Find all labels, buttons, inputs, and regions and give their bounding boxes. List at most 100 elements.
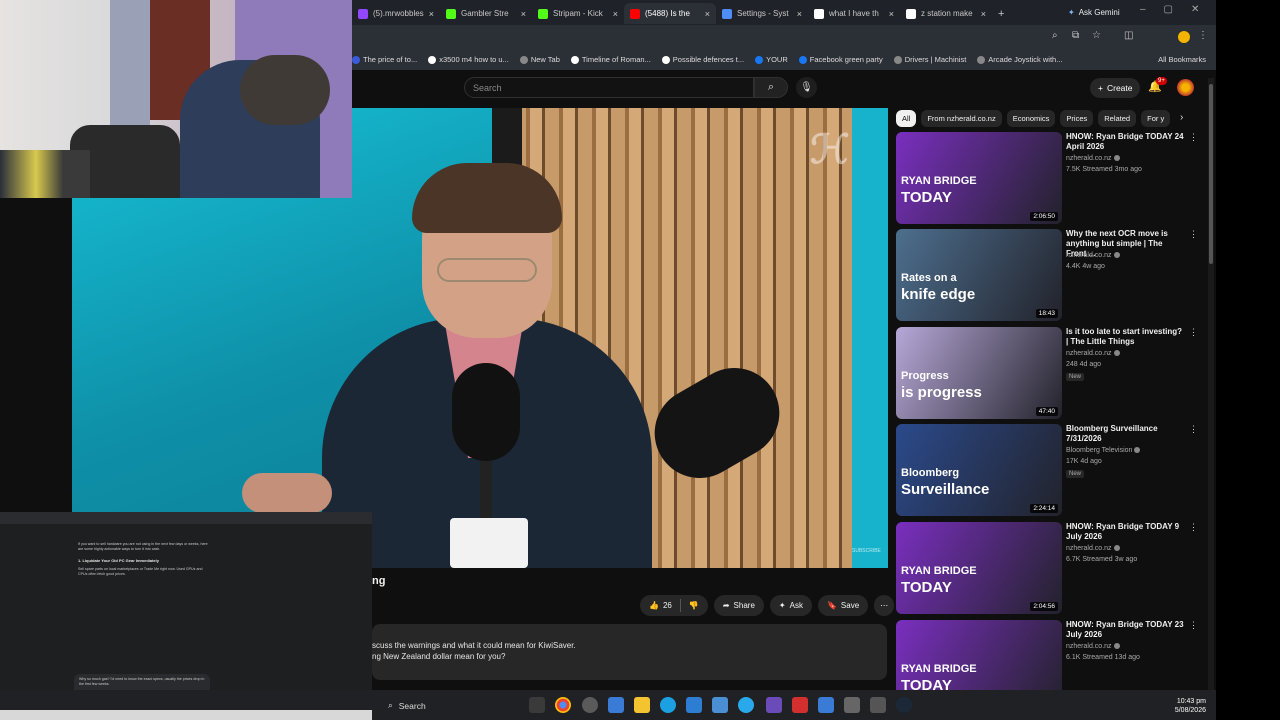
- recommendation-title[interactable]: HNOW: Ryan Bridge TODAY 24 April 2026: [1066, 132, 1184, 152]
- ask-gemini-button[interactable]: ✦ Ask Gemini: [1060, 4, 1128, 21]
- recommendation-item[interactable]: RYAN BRIDGE TODAY 2:06:50 HNOW: Ryan Bridge…: [896, 132, 1208, 224]
- close-icon[interactable]: ×: [797, 9, 802, 19]
- filter-chip[interactable]: From nzherald.co.nz: [921, 109, 1002, 127]
- bookmark-item[interactable]: Timeline of Roman...: [570, 55, 651, 64]
- close-icon[interactable]: ×: [889, 9, 894, 19]
- browser-tab[interactable]: (5488) Is the ×: [624, 3, 716, 24]
- bookmark-star-icon[interactable]: ☆: [1092, 30, 1101, 41]
- recommendation-channel[interactable]: nzherald.co.nz: [1066, 252, 1120, 259]
- video-thumbnail[interactable]: Bloomberg Surveillance 2:24:14: [896, 424, 1062, 516]
- app-icon-1[interactable]: [582, 697, 598, 713]
- more-vertical-icon[interactable]: ⋮: [1189, 132, 1198, 143]
- bookmark-item[interactable]: New Tab: [519, 55, 560, 64]
- browser-tab[interactable]: Gambler Stre ×: [440, 3, 532, 24]
- task-view-icon[interactable]: [529, 697, 545, 713]
- search-button[interactable]: ⌕: [754, 77, 788, 98]
- create-button[interactable]: + Create: [1090, 78, 1141, 98]
- bookmark-item[interactable]: Possible defences t...: [661, 55, 744, 64]
- app-icon-4[interactable]: [712, 697, 728, 713]
- recommendation-item[interactable]: Rates on a knife edge 18:43 Why the next OC…: [896, 229, 1208, 321]
- new-tab-button[interactable]: +: [992, 3, 1010, 24]
- zoom-icon[interactable]: ⌕: [1052, 30, 1058, 41]
- video-thumbnail[interactable]: RYAN BRIDGE TODAY 2:06:50: [896, 132, 1062, 224]
- browser-tab[interactable]: Settings - Syst ×: [716, 3, 808, 24]
- browser-tab[interactable]: Stripam - Kick ×: [532, 3, 624, 24]
- filter-chip[interactable]: Prices: [1060, 109, 1094, 127]
- gamepad-icon[interactable]: [870, 697, 886, 713]
- app-icon-7[interactable]: [818, 697, 834, 713]
- extensions-icon[interactable]: ◫: [1124, 30, 1133, 41]
- filter-chip[interactable]: All: [896, 109, 917, 127]
- bookmark-item[interactable]: Facebook green party: [798, 55, 883, 64]
- recommendation-item[interactable]: RYAN BRIDGE TODAY 2:04:56 HNOW: Ryan Bridge…: [896, 522, 1208, 614]
- bookmark-item[interactable]: YOUR: [755, 55, 788, 64]
- more-vertical-icon[interactable]: ⋮: [1189, 327, 1198, 338]
- install-icon[interactable]: ⧉: [1072, 30, 1079, 41]
- telegram-icon[interactable]: [738, 697, 754, 713]
- search-input[interactable]: Search: [464, 77, 754, 98]
- more-actions-button[interactable]: ⋯: [874, 595, 895, 616]
- menu-icon[interactable]: ⋮: [1198, 30, 1208, 41]
- close-icon[interactable]: ×: [613, 9, 618, 19]
- recommendation-title[interactable]: HNOW: Ryan Bridge TODAY 9 July 2026: [1066, 522, 1184, 542]
- recommendation-meta: 4.4K 4w ago: [1066, 263, 1105, 270]
- bookmark-item[interactable]: The price of to...: [352, 55, 417, 64]
- close-icon[interactable]: ×: [521, 9, 526, 19]
- taskbar-clock[interactable]: 10:43 pm 5/08/2026: [1158, 697, 1206, 715]
- recommendation-title[interactable]: Is it too late to start investing? | The…: [1066, 327, 1184, 347]
- close-icon[interactable]: ×: [429, 9, 434, 19]
- recommendation-channel[interactable]: nzherald.co.nz: [1066, 643, 1120, 650]
- recommendation-title[interactable]: Bloomberg Surveillance 7/31/2026: [1066, 424, 1184, 444]
- settings-gear-icon[interactable]: [844, 697, 860, 713]
- edge-icon[interactable]: [660, 697, 676, 713]
- voice-search-button[interactable]: 🎙: [796, 77, 817, 98]
- bookmark-item[interactable]: Drivers | Machinist: [893, 55, 966, 64]
- recommendation-item[interactable]: Bloomberg Surveillance 2:24:14 Bloomberg Su…: [896, 424, 1208, 516]
- window-controls[interactable]: –▢✕: [1140, 4, 1217, 15]
- steam-icon[interactable]: [896, 697, 912, 713]
- app-icon-3[interactable]: [686, 697, 702, 713]
- browser-tab[interactable]: z station make ×: [900, 3, 992, 24]
- more-vertical-icon[interactable]: ⋮: [1189, 424, 1198, 435]
- like-button[interactable]: 👍 26 👎: [640, 595, 708, 616]
- recommendation-channel[interactable]: nzherald.co.nz: [1066, 350, 1120, 357]
- recommendation-item[interactable]: Progress is progress 47:40 Is it too late t…: [896, 327, 1208, 419]
- filter-chip[interactable]: Related: [1098, 109, 1137, 127]
- close-icon[interactable]: ×: [705, 9, 710, 19]
- more-vertical-icon[interactable]: ⋮: [1189, 620, 1198, 631]
- recommendation-channel[interactable]: nzherald.co.nz: [1066, 155, 1120, 162]
- close-icon[interactable]: ×: [981, 9, 986, 19]
- video-thumbnail[interactable]: Progress is progress 47:40: [896, 327, 1062, 419]
- more-vertical-icon[interactable]: ⋮: [1189, 522, 1198, 533]
- filter-chip[interactable]: For y: [1141, 109, 1171, 127]
- recommendation-channel[interactable]: Bloomberg Television: [1066, 447, 1141, 454]
- browser-tab[interactable]: what I have th ×: [808, 3, 900, 24]
- chevron-right-icon[interactable]: ›: [1180, 112, 1183, 123]
- bookmark-item[interactable]: x3500 m4 how to u...: [428, 55, 509, 64]
- more-vertical-icon[interactable]: ⋮: [1189, 229, 1198, 240]
- save-button[interactable]: 🔖 Save: [817, 595, 869, 616]
- chrome-icon[interactable]: [555, 697, 571, 713]
- recommendation-channel[interactable]: nzherald.co.nz: [1066, 545, 1120, 552]
- file-explorer-icon[interactable]: [634, 697, 650, 713]
- all-bookmarks-button[interactable]: All Bookmarks: [1158, 55, 1206, 64]
- avatar[interactable]: [1177, 79, 1194, 96]
- recommendation-title[interactable]: HNOW: Ryan Bridge TODAY 23 July 2026: [1066, 620, 1184, 640]
- app-icon-6[interactable]: [792, 697, 808, 713]
- browser-tab[interactable]: (5).mrwobbles ×: [352, 3, 440, 24]
- video-thumbnail[interactable]: RYAN BRIDGE TODAY 2:04:56: [896, 522, 1062, 614]
- video-thumbnail[interactable]: Rates on a knife edge 18:43: [896, 229, 1062, 321]
- app-icon-5[interactable]: [766, 697, 782, 713]
- scrollbar-thumb[interactable]: [1209, 84, 1213, 264]
- bookmark-item[interactable]: Arcade Joystick with...: [977, 55, 1062, 64]
- video-description[interactable]: scuss the warnings and what it could mea…: [372, 624, 887, 680]
- filter-chip[interactable]: Economics: [1006, 109, 1056, 127]
- share-button[interactable]: ➦ Share: [713, 595, 764, 616]
- app-icon-2[interactable]: [608, 697, 624, 713]
- thumbnail-text: RYAN BRIDGE: [901, 565, 977, 577]
- profile-icon[interactable]: [1178, 31, 1190, 43]
- thumbs-down-icon[interactable]: 👎: [689, 601, 699, 610]
- ask-button[interactable]: ✦ Ask: [769, 595, 812, 616]
- microphone-icon: 🎙: [800, 82, 813, 93]
- taskbar-search[interactable]: ⌕ Search: [388, 696, 518, 715]
